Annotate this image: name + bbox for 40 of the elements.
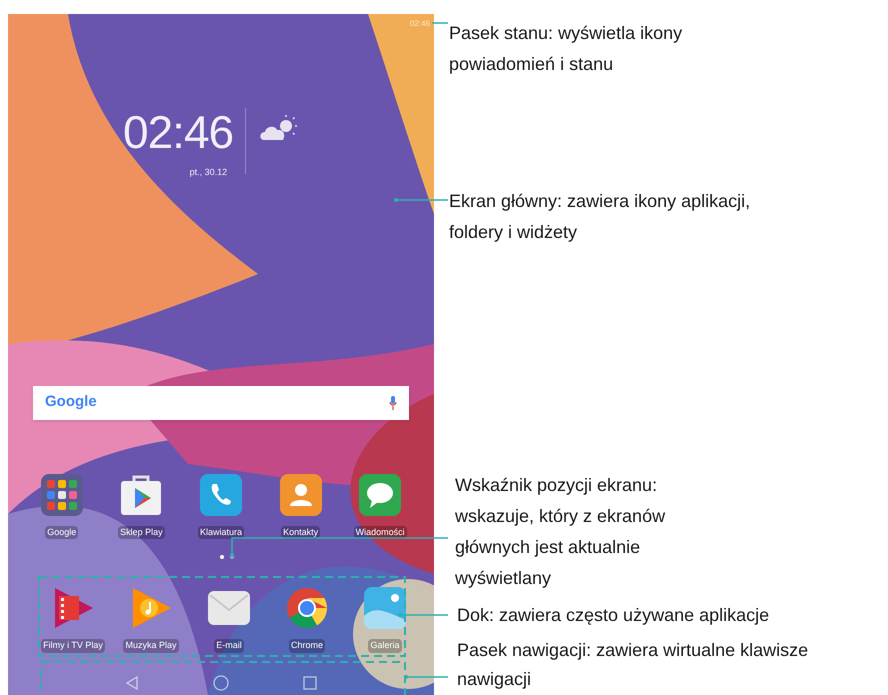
app-label: Galeria	[368, 639, 402, 652]
app-shortcut[interactable]	[278, 472, 324, 518]
app-shortcut[interactable]	[362, 585, 408, 631]
status-bar-description: Pasek stanu: wyświetla ikony powiadomień i stanu	[449, 22, 684, 76]
app-label: E-mail	[214, 639, 244, 652]
microphone-icon	[389, 396, 397, 410]
navigation-bar-description: Pasek nawigacji: zawiera wirtualne klawisze nawigacji	[457, 639, 810, 691]
leader-line	[394, 198, 448, 202]
search-logo: Google	[45, 392, 97, 412]
leader-line	[432, 22, 448, 24]
app-shortcut[interactable]	[38, 472, 85, 518]
app-shortcut[interactable]	[357, 472, 404, 518]
app-shortcut[interactable]	[198, 472, 244, 518]
shopping-bag-icon	[119, 472, 164, 516]
leader-line	[404, 675, 448, 679]
app-label: Klawiatura	[198, 526, 244, 539]
status-bar-time: 02:46	[410, 18, 430, 30]
app-label: Filmy i TV Play	[41, 639, 105, 652]
app-label: Sklep Play	[118, 526, 165, 539]
landscape-icon	[363, 586, 407, 630]
leader-line	[398, 613, 448, 617]
home-screen-description: Ekran główny: zawiera ikony aplikacji, foldery i widżety	[449, 190, 752, 244]
phone-icon	[198, 472, 243, 516]
app-label: Wiadomości	[354, 526, 407, 539]
app-label: Kontakty	[281, 526, 320, 539]
clock-time: 02:46	[123, 105, 234, 160]
app-shortcut[interactable]	[284, 585, 330, 631]
clock-date: pt., 30.12	[190, 166, 228, 179]
app-label: Chrome	[288, 639, 325, 652]
page-indicator-description: Wskaźnik pozycji ekranu: wskazuje, który z ekranów głównych jest aktualnie wyświetlany	[455, 474, 666, 590]
person-icon	[278, 472, 323, 516]
dock-description: Dok: zawiera często używane aplikacje	[457, 604, 770, 627]
home-icon[interactable]	[213, 674, 229, 690]
browser-logo-icon	[285, 586, 329, 630]
folder-icon	[40, 472, 84, 516]
app-label: Google	[45, 526, 78, 539]
app-label: Muzyka Play	[123, 639, 179, 652]
recents-icon[interactable]	[303, 676, 317, 690]
speech-bubble-icon	[358, 472, 402, 516]
search-bar[interactable]: Google	[33, 386, 409, 420]
